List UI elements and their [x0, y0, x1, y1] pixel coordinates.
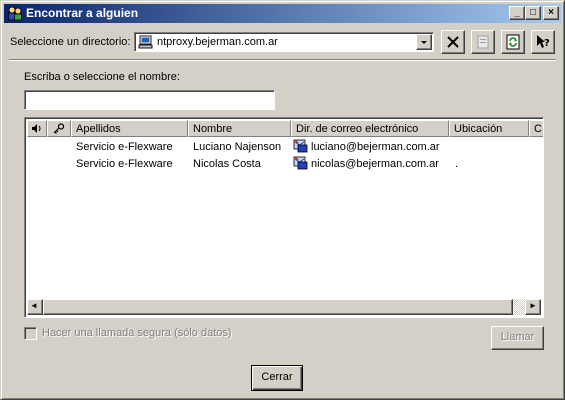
- minimize-icon: _: [514, 7, 520, 18]
- cell-email: luciano@bejerman.com.ar: [311, 141, 440, 153]
- close-window-button[interactable]: ×: [543, 6, 559, 20]
- cell-nombre: Luciano Najenson: [193, 141, 282, 153]
- dropdown-button[interactable]: [416, 34, 432, 50]
- delete-icon: [447, 36, 459, 48]
- header-apellidos[interactable]: Apellidos: [71, 120, 188, 137]
- people-icon: [8, 6, 22, 21]
- header-security[interactable]: [47, 120, 71, 137]
- secure-call-label: Hacer una llamada segura (sólo datos): [42, 327, 232, 339]
- directory-value: ntproxy.bejerman.com.ar: [157, 36, 278, 48]
- minimize-button[interactable]: _: [509, 6, 525, 20]
- directory-label: Seleccione un directorio:: [10, 36, 131, 48]
- window-title: Encontrar a alguien: [26, 6, 139, 20]
- cell-email: nicolas@bejerman.com.ar: [311, 158, 439, 170]
- scroll-thumb[interactable]: [43, 299, 513, 315]
- close-button[interactable]: Cerrar: [251, 365, 303, 391]
- arrow-left-icon: ◄: [30, 301, 38, 310]
- maximize-icon: □: [529, 7, 537, 18]
- cell-apellidos: Servicio e-Flexware: [76, 141, 173, 153]
- chevron-down-icon: [421, 41, 427, 44]
- header-nombre[interactable]: Nombre: [188, 120, 291, 137]
- close-icon: ×: [548, 7, 554, 18]
- cell-apellidos: Servicio e-Flexware: [76, 158, 173, 170]
- arrow-right-icon: ►: [529, 301, 537, 310]
- refresh-button[interactable]: [501, 30, 525, 54]
- refresh-icon: [506, 34, 520, 50]
- results-list[interactable]: Apellidos Nombre Dir. de correo electrón…: [24, 117, 544, 318]
- speaker-icon: [32, 124, 41, 133]
- directory-select[interactable]: ntproxy.bejerman.com.ar: [134, 32, 434, 52]
- name-search-input[interactable]: [24, 90, 275, 110]
- email-contact-icon: [293, 139, 308, 153]
- delete-button[interactable]: [441, 30, 465, 54]
- key-icon: [53, 123, 65, 134]
- secure-call-checkbox[interactable]: [24, 327, 37, 340]
- search-label: Escriba o seleccione el nombre:: [24, 71, 180, 83]
- find-someone-dialog: Encontrar a alguien _ □ × Seleccione un …: [0, 0, 565, 400]
- header-ubicacion[interactable]: Ubicación: [449, 120, 529, 137]
- computer-icon: [138, 35, 153, 49]
- email-contact-icon: [293, 156, 308, 170]
- cell-nombre: Nicolas Costa: [193, 158, 261, 170]
- properties-icon: [477, 35, 489, 49]
- horizontal-scrollbar[interactable]: ◄ ►: [27, 299, 541, 315]
- maximize-button[interactable]: □: [525, 6, 541, 20]
- scroll-left-button[interactable]: ◄: [27, 299, 43, 315]
- svg-text:?: ?: [544, 38, 550, 49]
- scroll-right-button[interactable]: ►: [525, 299, 541, 315]
- header-email[interactable]: Dir. de correo electrónico: [291, 120, 449, 137]
- title-bar[interactable]: Encontrar a alguien _ □ ×: [4, 4, 561, 23]
- separator: [9, 59, 556, 61]
- properties-button[interactable]: [471, 30, 495, 54]
- help-button[interactable]: ?: [531, 30, 555, 54]
- help-icon: ?: [537, 35, 550, 49]
- header-sound[interactable]: [27, 120, 47, 137]
- call-button[interactable]: Llamar: [491, 326, 544, 350]
- cell-ubicacion: .: [455, 158, 459, 170]
- header-c[interactable]: C: [529, 120, 543, 137]
